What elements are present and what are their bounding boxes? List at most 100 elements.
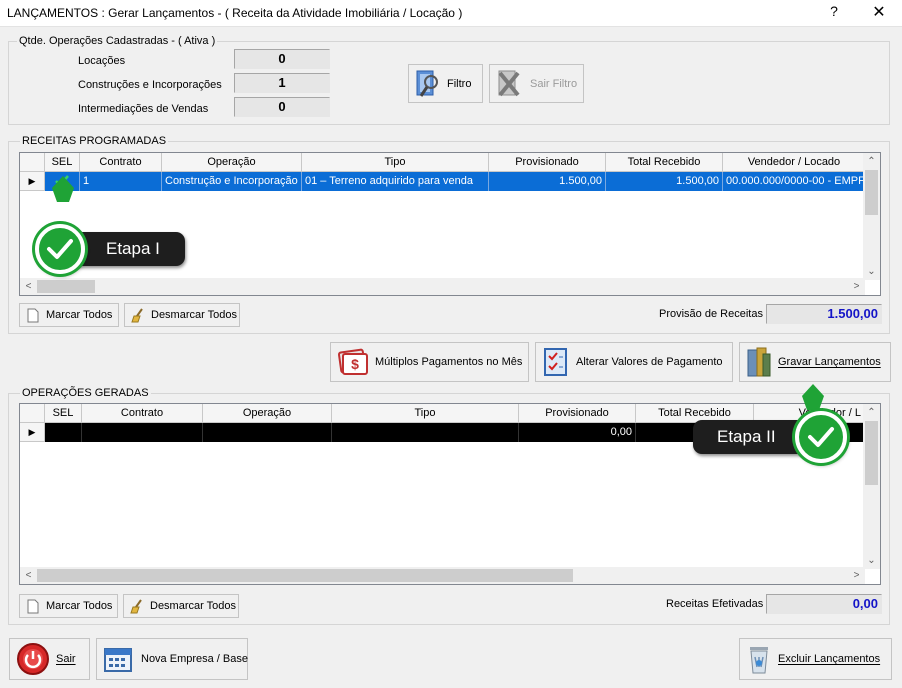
document-icon: [26, 599, 40, 614]
exit-filter-button[interactable]: Sair Filtro: [489, 64, 584, 103]
desmarcar-todos-button[interactable]: Desmarcar Todos: [124, 303, 240, 327]
excluir-lancamentos-label: Excluir Lançamentos: [778, 653, 881, 665]
counts-group-label: Qtde. Operações Cadastradas - ( Ativa ): [17, 35, 218, 47]
alterar-valores-label: Alterar Valores de Pagamento: [576, 356, 723, 368]
header-provisionado[interactable]: Provisionado: [489, 153, 606, 171]
count-locacoes-field: 0: [234, 49, 330, 69]
receitas-efetivadas-field: 0,00: [766, 594, 882, 614]
help-button[interactable]: ?: [828, 3, 840, 19]
step2-callout: Etapa II: [690, 384, 860, 474]
scroll-thumb[interactable]: [37, 280, 95, 293]
count-intermediacoes-field: 0: [234, 97, 330, 117]
provisao-receitas-label: Provisão de Receitas: [659, 308, 763, 320]
check-icon: [808, 427, 834, 447]
row-sel[interactable]: [45, 423, 82, 442]
multiplos-pagamentos-button[interactable]: $ Múltiplos Pagamentos no Mês: [330, 342, 529, 382]
marcar-todos-button-2[interactable]: Marcar Todos: [19, 594, 118, 618]
scroll-right-icon[interactable]: >: [848, 278, 865, 295]
desmarcar-todos-button-2[interactable]: Desmarcar Todos: [123, 594, 239, 618]
row-indicator-arrow-icon: ▶: [20, 423, 45, 442]
window-title: LANÇAMENTOS : Gerar Lançamentos - ( Rece…: [7, 6, 463, 20]
title-bar: LANÇAMENTOS : Gerar Lançamentos - ( Rece…: [0, 0, 902, 27]
checklist-icon: [542, 347, 570, 377]
header-contrato[interactable]: Contrato: [80, 153, 162, 171]
row-contrato: [82, 423, 203, 442]
marcar-todos-label: Marcar Todos: [46, 600, 113, 612]
sair-button[interactable]: Sair: [9, 638, 90, 680]
operacoes-vertical-scrollbar[interactable]: ⌃ ⌄: [863, 404, 880, 569]
check-icon: [47, 239, 73, 259]
nova-empresa-label: Nova Empresa / Base: [141, 653, 248, 665]
desmarcar-todos-label: Desmarcar Todos: [151, 309, 237, 321]
gravar-lancamentos-button[interactable]: Gravar Lançamentos: [739, 342, 891, 382]
step2-label: Etapa II: [717, 427, 776, 446]
nova-empresa-button[interactable]: Nova Empresa / Base: [96, 638, 248, 680]
step2-pointer-icon: [802, 384, 824, 410]
row-provisionado: 1.500,00: [489, 172, 606, 191]
filter-funnel-icon: [415, 69, 441, 99]
header-sel[interactable]: SEL: [45, 404, 82, 422]
desmarcar-todos-label: Desmarcar Todos: [150, 600, 236, 612]
receitas-vertical-scrollbar[interactable]: ⌃ ⌄: [863, 153, 880, 280]
dollar-bill-icon: $: [337, 347, 369, 377]
scroll-up-icon[interactable]: ⌃: [863, 153, 880, 170]
scroll-down-icon[interactable]: ⌄: [863, 263, 880, 280]
scroll-left-icon[interactable]: <: [20, 567, 37, 584]
receitas-horizontal-scrollbar[interactable]: < >: [20, 278, 865, 295]
calendar-building-icon: [103, 644, 135, 674]
alterar-valores-button[interactable]: Alterar Valores de Pagamento: [535, 342, 733, 382]
count-label-intermediacoes: Intermediações de Vendas: [78, 103, 209, 115]
row-vendedor: 00.000.000/0000-00 - EMPF: [723, 172, 865, 191]
gravar-lancamentos-label: Gravar Lançamentos: [778, 356, 881, 368]
scroll-thumb[interactable]: [865, 421, 878, 485]
header-indicator: [20, 153, 45, 171]
provisao-receitas-field: 1.500,00: [766, 304, 882, 324]
scroll-down-icon[interactable]: ⌄: [863, 552, 880, 569]
header-tipo[interactable]: Tipo: [302, 153, 489, 171]
scroll-thumb[interactable]: [865, 170, 878, 215]
excluir-lancamentos-button[interactable]: Excluir Lançamentos: [739, 638, 892, 680]
recycle-bin-icon: [746, 643, 772, 675]
count-label-locacoes: Locações: [78, 55, 126, 67]
receitas-grid-header: SEL Contrato Operação Tipo Provisionado …: [20, 153, 865, 172]
row-operacao: [203, 423, 332, 442]
receitas-efetivadas-label: Receitas Efetivadas: [666, 598, 764, 610]
header-operacao[interactable]: Operação: [162, 153, 302, 171]
header-tipo[interactable]: Tipo: [332, 404, 519, 422]
header-provisionado[interactable]: Provisionado: [519, 404, 636, 422]
operacoes-group-label: OPERAÇÕES GERADAS: [20, 387, 151, 399]
header-contrato[interactable]: Contrato: [82, 404, 203, 422]
step2-badge: [795, 411, 847, 463]
broom-icon: [131, 307, 145, 323]
count-label-construcoes: Construções e Incorporações: [78, 79, 222, 91]
power-exit-icon: [16, 642, 50, 676]
books-save-icon: [746, 346, 772, 378]
exit-filter-button-label: Sair Filtro: [530, 77, 578, 90]
svg-text:$: $: [351, 356, 359, 372]
row-provisionado: 0,00: [519, 423, 636, 442]
broom-icon: [130, 598, 144, 614]
scroll-right-icon[interactable]: >: [848, 567, 865, 584]
header-operacao[interactable]: Operação: [203, 404, 332, 422]
header-sel[interactable]: SEL: [45, 153, 80, 171]
close-button[interactable]: ✕: [864, 1, 894, 25]
scroll-thumb[interactable]: [37, 569, 573, 582]
row-total-recebido: 1.500,00: [606, 172, 723, 191]
step1-label-bar: Etapa I: [70, 232, 185, 266]
header-vendedor[interactable]: Vendedor / Locado: [723, 153, 865, 171]
filter-button-label: Filtro: [447, 77, 472, 90]
scroll-up-icon[interactable]: ⌃: [863, 404, 880, 421]
marcar-todos-label: Marcar Todos: [46, 309, 113, 321]
receitas-group-label: RECEITAS PROGRAMADAS: [20, 135, 169, 147]
step2-label-bar: Etapa II: [693, 420, 808, 454]
multiplos-pagamentos-label: Múltiplos Pagamentos no Mês: [375, 356, 523, 368]
operacoes-horizontal-scrollbar[interactable]: < >: [20, 567, 865, 584]
step1-callout: Etapa I: [35, 176, 190, 276]
scroll-left-icon[interactable]: <: [20, 278, 37, 295]
filter-button[interactable]: Filtro: [408, 64, 483, 103]
header-total-recebido[interactable]: Total Recebido: [606, 153, 723, 171]
sair-label: Sair: [56, 653, 76, 665]
marcar-todos-button[interactable]: Marcar Todos: [19, 303, 119, 327]
count-construcoes-field: 1: [234, 73, 330, 93]
row-tipo: 01 – Terreno adquirido para venda: [302, 172, 489, 191]
